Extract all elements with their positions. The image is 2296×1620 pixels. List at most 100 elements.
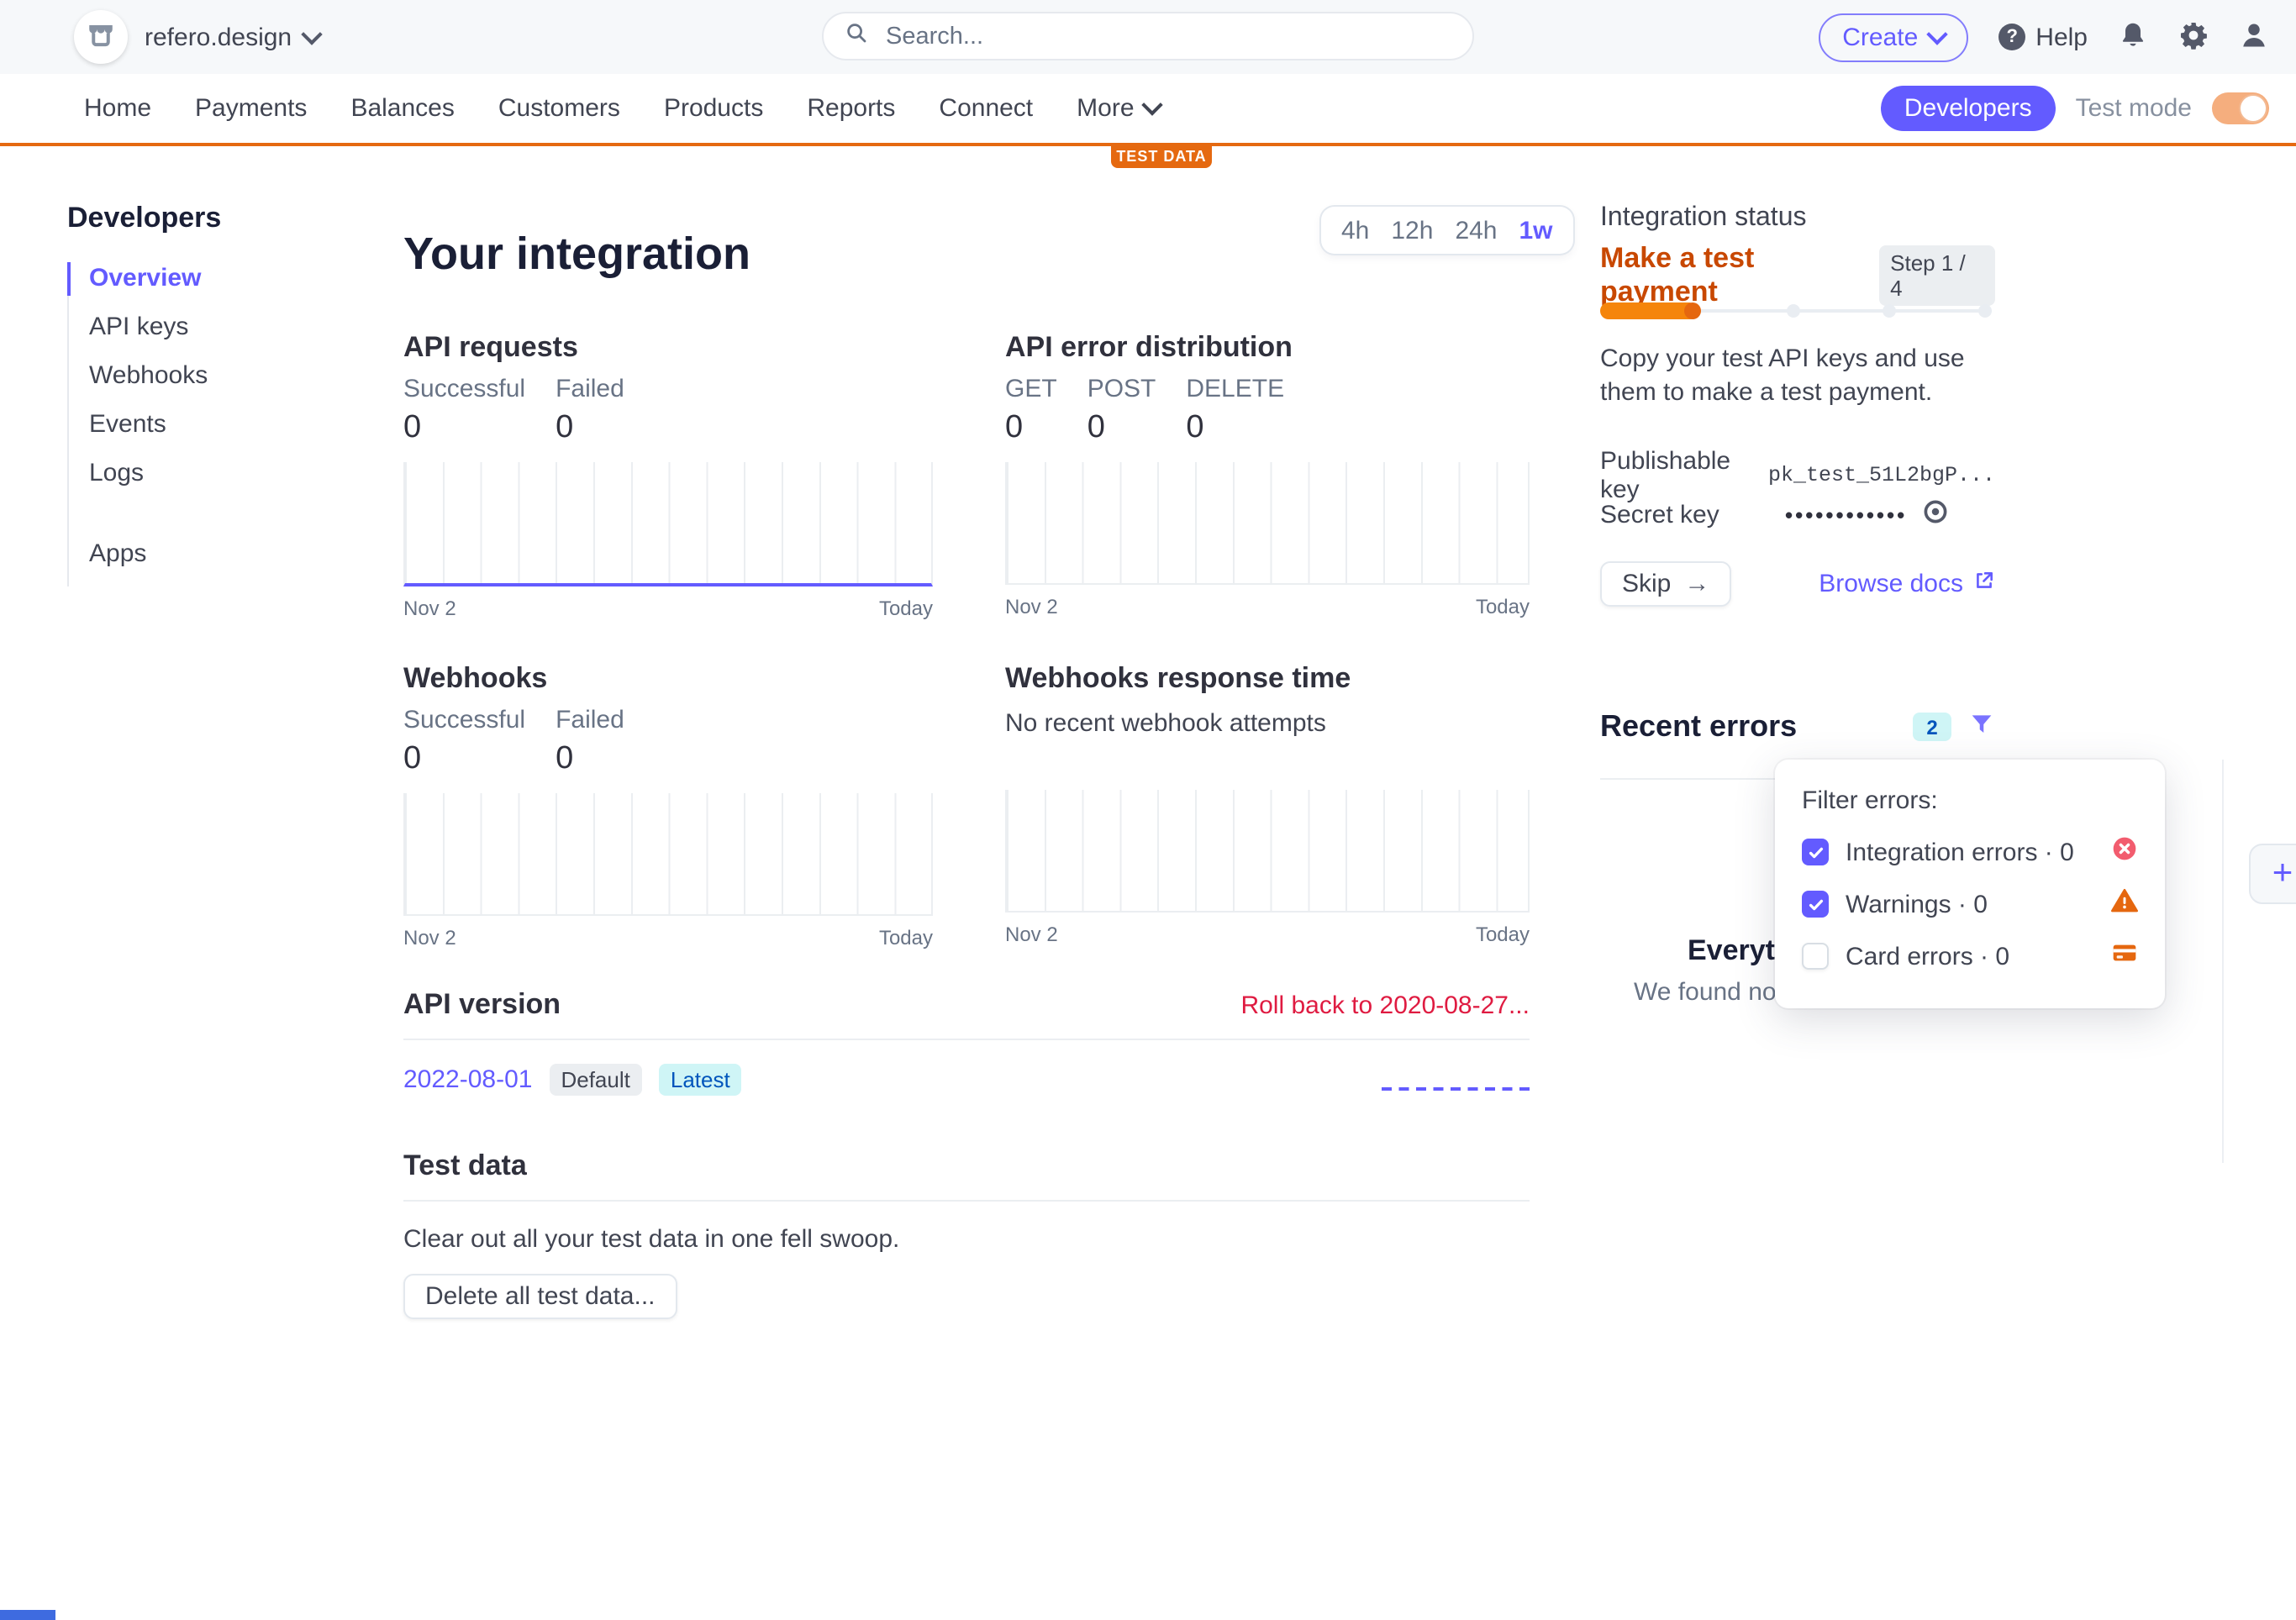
- sidebar-item-events[interactable]: Events: [89, 408, 341, 442]
- search-input[interactable]: [882, 21, 1452, 51]
- api-requests-title: API requests: [403, 331, 933, 365]
- nav-item-home[interactable]: Home: [84, 94, 151, 123]
- test-data-title: Test data: [403, 1149, 527, 1183]
- error-circle-icon: [2111, 834, 2138, 870]
- webhooks-response-time-card: Webhooks response time No recent webhook…: [1005, 662, 1530, 946]
- range-option-12h[interactable]: 12h: [1391, 216, 1433, 245]
- search-bar[interactable]: [822, 12, 1474, 60]
- api-requests-chart: [403, 462, 933, 586]
- account-avatar[interactable]: [74, 10, 128, 64]
- stat-label: Successful: [403, 375, 525, 405]
- topbar-actions: Create ? Help: [1819, 0, 2269, 74]
- filter-errors-button[interactable]: [1968, 711, 1995, 743]
- browse-docs-label: Browse docs: [1819, 570, 1963, 598]
- filter-option-integration-errors[interactable]: Integration errors · 0: [1802, 837, 2138, 867]
- bell-icon: [2118, 19, 2148, 55]
- drawer-edge-line: [2222, 760, 2224, 1163]
- progress-milestone-dot: [1787, 304, 1800, 318]
- developers-button[interactable]: Developers: [1881, 86, 2056, 131]
- range-option-1w-selected[interactable]: 1w: [1519, 216, 1553, 245]
- sidebar-item-apps[interactable]: Apps: [89, 538, 341, 571]
- nav-item-products[interactable]: Products: [664, 94, 763, 123]
- gear-icon: [2178, 19, 2209, 55]
- rollback-link[interactable]: Roll back to 2020-08-27...: [1240, 991, 1530, 1020]
- range-option-4h[interactable]: 4h: [1341, 216, 1369, 245]
- filter-option-card-errors[interactable]: Card errors · 0: [1802, 941, 2138, 971]
- test-mode-label: Test mode: [2076, 94, 2192, 123]
- settings-button[interactable]: [2178, 19, 2209, 55]
- arrow-right-icon: →: [1684, 570, 1709, 598]
- chart-axis: Nov 2 Today: [1005, 595, 1530, 618]
- profile-button[interactable]: [2239, 19, 2269, 55]
- secret-key-row: Secret key ••••••••••••: [1600, 497, 1995, 531]
- checkbox-checked[interactable]: [1802, 891, 1829, 918]
- bottom-left-blue-strip: [0, 1610, 55, 1620]
- browse-docs-link[interactable]: Browse docs: [1819, 570, 1995, 598]
- sidebar-item-api-keys[interactable]: API keys: [89, 311, 341, 345]
- reveal-secret-key-button[interactable]: [1920, 497, 1949, 531]
- nav-item-more[interactable]: More: [1077, 94, 1159, 123]
- nav-item-reports[interactable]: Reports: [807, 94, 895, 123]
- webhooks-card: Webhooks Successful 0 Failed 0 Nov 2 Tod…: [403, 662, 933, 949]
- sidebar-item-logs[interactable]: Logs: [89, 457, 341, 491]
- delete-test-data-button[interactable]: Delete all test data...: [403, 1274, 677, 1319]
- publishable-key-value[interactable]: pk_test_51L2bgP...: [1768, 464, 1995, 487]
- axis-end: Today: [879, 597, 933, 620]
- add-panel-button[interactable]: +: [2249, 844, 2296, 904]
- stat-label: DELETE: [1186, 375, 1284, 405]
- app-window: refero.design Create ? Help: [0, 0, 2296, 1620]
- filter-option-label: Integration errors · 0: [1846, 838, 2094, 866]
- stat-value: 0: [403, 739, 525, 780]
- nav-item-customers[interactable]: Customers: [498, 94, 620, 123]
- chevron-down-icon: [300, 23, 321, 44]
- question-circle-icon: ?: [1998, 24, 2025, 50]
- checkbox-unchecked[interactable]: [1802, 943, 1829, 970]
- integration-step-row: Make a test payment Step 1 / 4: [1600, 242, 1995, 309]
- nav-item-balances[interactable]: Balances: [350, 94, 454, 123]
- help-button[interactable]: ? Help: [1998, 23, 2088, 51]
- nav-item-connect[interactable]: Connect: [939, 94, 1033, 123]
- account-switcher[interactable]: refero.design: [145, 0, 319, 74]
- stat-value: 0: [403, 408, 525, 449]
- warning-triangle-icon: [2111, 886, 2138, 922]
- secret-key-label: Secret key: [1600, 500, 1785, 529]
- filter-option-warnings[interactable]: Warnings · 0: [1802, 889, 2138, 919]
- stat-value: 0: [556, 408, 624, 449]
- notifications-button[interactable]: [2118, 19, 2148, 55]
- nav-item-payments[interactable]: Payments: [195, 94, 307, 123]
- create-button[interactable]: Create: [1819, 13, 1968, 61]
- axis-end: Today: [879, 926, 933, 949]
- range-option-24h[interactable]: 24h: [1455, 216, 1497, 245]
- rollback-dashed-line: [1382, 1087, 1530, 1091]
- test-mode-toggle[interactable]: [2212, 92, 2269, 124]
- search-icon: [844, 19, 869, 53]
- current-version-link[interactable]: 2022-08-01: [403, 1065, 532, 1094]
- test-data-description: Clear out all your test data in one fell…: [403, 1223, 1530, 1255]
- api-error-stats: GET 0 POST 0 DELETE 0: [1005, 375, 1530, 449]
- webhooks-chart: [403, 793, 933, 916]
- checkbox-checked[interactable]: [1802, 839, 1829, 865]
- integration-status-description: Copy your test API keys and use them to …: [1600, 343, 2004, 408]
- plus-icon: +: [2272, 854, 2293, 894]
- account-name: refero.design: [145, 23, 292, 51]
- stat-label: Successful: [403, 706, 525, 736]
- skip-button[interactable]: Skip →: [1600, 561, 1731, 607]
- main-nav: Home Payments Balances Customers Product…: [0, 74, 2296, 146]
- stat-label: GET: [1005, 375, 1057, 405]
- nav-items: Home Payments Balances Customers Product…: [84, 94, 1160, 123]
- sidebar-item-overview[interactable]: Overview: [89, 262, 341, 296]
- help-label: Help: [2035, 23, 2088, 51]
- integration-status-heading: Integration status: [1600, 203, 1807, 234]
- toggle-knob: [2239, 94, 2267, 123]
- api-version-row: 2022-08-01 Default Latest: [403, 1064, 1530, 1096]
- top-bar: refero.design Create ? Help: [0, 0, 2296, 76]
- chevron-down-icon: [1141, 94, 1162, 115]
- api-error-distribution-card: API error distribution GET 0 POST 0 DELE…: [1005, 331, 1530, 618]
- chart-axis: Nov 2 Today: [403, 926, 933, 949]
- webhooks-title: Webhooks: [403, 662, 933, 696]
- test-data-badge: TEST DATA: [1111, 143, 1212, 168]
- api-error-distribution-title: API error distribution: [1005, 331, 1530, 365]
- sidebar-item-webhooks[interactable]: Webhooks: [89, 360, 341, 393]
- filter-option-label: Warnings · 0: [1846, 890, 2094, 918]
- stat-value: 0: [556, 739, 624, 780]
